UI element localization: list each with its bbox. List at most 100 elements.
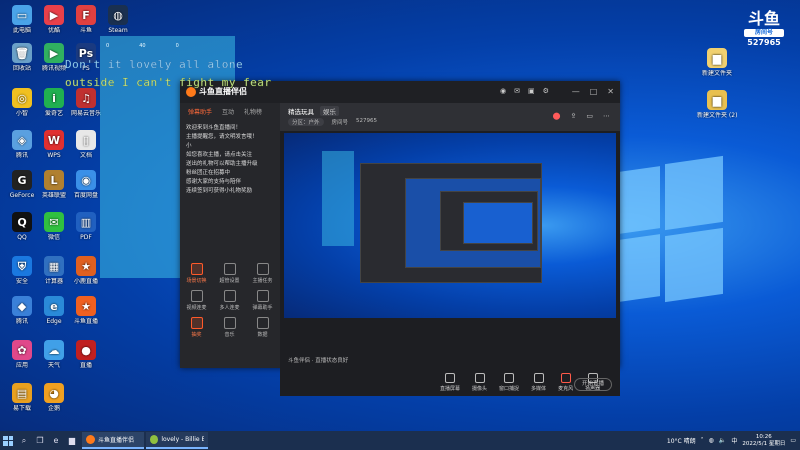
volume-icon[interactable]: 🔈: [719, 437, 726, 444]
app-icon: ◕: [44, 383, 64, 403]
window-controls: — □ ✕: [572, 87, 614, 96]
app-icon: e: [44, 296, 64, 316]
gift-icon[interactable]: ▣: [528, 87, 535, 95]
tab-gift-rank[interactable]: 礼物榜: [244, 107, 262, 116]
tab-interact[interactable]: 互动: [222, 107, 234, 116]
taskbar-app-douyu[interactable]: 斗鱼直播伴侣: [82, 432, 144, 449]
chevron-up-icon[interactable]: ˄: [701, 437, 704, 444]
screen-icon[interactable]: ▭: [586, 112, 593, 120]
live-companion-window[interactable]: 斗鱼直播伴侣 ◉ ✉ ▣ ⚙ — □ ✕ 弹幕助手 互动 礼物榜 欢迎来到斗鱼直…: [180, 81, 620, 396]
room-category[interactable]: 分区：户外: [288, 118, 324, 126]
start-live-button[interactable]: 开始直播: [574, 378, 612, 391]
app-icon: ★: [76, 296, 96, 316]
user-icon[interactable]: ◉: [500, 87, 506, 95]
start-button[interactable]: [0, 431, 16, 450]
taskbar-app-label: lovely - Billie Eilish: [161, 436, 204, 443]
live-tool-button[interactable]: 多媒体: [531, 373, 546, 392]
desktop-icon[interactable]: ▆ 新建文件夹 (2): [697, 90, 737, 119]
tool-button[interactable]: 抽奖: [180, 317, 213, 338]
tool-label: 超管设置: [219, 278, 240, 284]
network-icon[interactable]: ◍: [709, 437, 714, 444]
windows-logo-wallpaper: [605, 150, 725, 320]
tool-label: 抽奖: [191, 332, 202, 338]
desktop-icon-label: 企鹅: [47, 405, 60, 412]
live-tool-label: 多媒体: [531, 386, 547, 392]
room-tag[interactable]: 娱乐: [320, 106, 339, 116]
chat-message: 连续签到可获得小礼物奖励: [186, 188, 253, 194]
close-icon[interactable]: ✕: [607, 87, 614, 96]
desktop-icon[interactable]: ◍ Steam: [98, 5, 138, 34]
tool-icon: [223, 290, 236, 302]
tool-button[interactable]: 场景切换: [180, 263, 213, 284]
app-icon: ◆: [12, 296, 32, 316]
settings-icon[interactable]: ⚙: [543, 87, 549, 95]
app-icon: ◍: [108, 5, 128, 25]
desktop-icon-label: 新建文件夹 (2): [697, 112, 737, 119]
desktop-icon[interactable]: ◕ 企鹅: [34, 383, 74, 412]
live-tool-button[interactable]: 直播屏幕: [440, 373, 460, 392]
chat-message: 粉丝团正在招募中: [186, 170, 231, 176]
input-language[interactable]: 中: [731, 436, 737, 445]
tab-danmu[interactable]: 弹幕助手: [188, 107, 212, 116]
maximize-icon[interactable]: □: [590, 87, 598, 96]
share-icon[interactable]: ⇪: [571, 112, 577, 120]
desktop-icon[interactable]: ● 直播: [66, 340, 106, 369]
app-icon: ●: [76, 340, 96, 360]
tool-button[interactable]: 多人连麦: [213, 290, 246, 311]
tool-button[interactable]: 超管设置: [213, 263, 246, 284]
app-icon: L: [44, 170, 64, 190]
tool-label: 音乐: [224, 332, 235, 338]
app-icon: ♫: [76, 88, 96, 108]
tool-button[interactable]: 音乐: [213, 317, 246, 338]
notification-icon[interactable]: ▭: [790, 437, 796, 444]
tool-button[interactable]: 视频连麦: [180, 290, 213, 311]
clock[interactable]: 10:26 2022/5/1 星期日: [742, 434, 785, 448]
live-tool-button[interactable]: 摄像头: [472, 373, 487, 392]
live-tool-button[interactable]: 窗口捕捉: [499, 373, 519, 392]
search-icon[interactable]: ⌕: [16, 431, 32, 450]
chat-message: 主播提醒您，请文明发言哦！: [186, 134, 258, 140]
app-icon: ✉: [44, 212, 64, 232]
desktop-icon-label: Steam: [108, 27, 128, 34]
tool-button[interactable]: 数据: [246, 317, 279, 338]
tool-button[interactable]: 主播任务: [246, 263, 279, 284]
tool-icon: [190, 290, 203, 302]
edge-icon[interactable]: e: [48, 431, 64, 450]
weather-text[interactable]: 10°C 晴朗: [667, 436, 696, 445]
system-tray: 10°C 晴朗 ˄ ◍ 🔈 中 10:26 2022/5/1 星期日 ▭: [667, 431, 796, 450]
minimize-icon[interactable]: —: [572, 87, 580, 96]
desktop-icon[interactable]: ★ 斗鱼直播: [66, 296, 106, 325]
clock-date: 2022/5/1 星期日: [742, 440, 786, 447]
clock-time: 10:26: [755, 433, 772, 440]
left-tabs: 弹幕助手 互动 礼物榜: [180, 103, 280, 120]
record-icon[interactable]: ⬤: [553, 112, 561, 120]
room-label: 房间号: [744, 29, 784, 37]
app-icon: ▥: [76, 212, 96, 232]
app-icon: ◎: [12, 88, 32, 108]
preview-screen: [284, 133, 616, 318]
app-icon: ◉: [76, 170, 96, 190]
desktop-icon[interactable]: ▆ 新建文件夹: [697, 48, 737, 77]
tool-button[interactable]: 弹幕助手: [246, 290, 279, 311]
douyu-logo: 斗鱼: [747, 9, 780, 28]
left-panel: 弹幕助手 互动 礼物榜 欢迎来到斗鱼直播间！ 主播提醒您，请文明发言哦！ 小 如…: [180, 103, 280, 368]
app-icon: ◈: [12, 130, 32, 150]
task-view-icon[interactable]: ❐: [32, 431, 48, 450]
more-icon[interactable]: ⋯: [603, 112, 610, 120]
douyu-room-badge: 斗鱼 房间号 527965: [742, 10, 786, 48]
app-icon: ▭: [12, 5, 32, 25]
live-tool-icon: [533, 373, 544, 383]
mail-icon[interactable]: ✉: [514, 87, 520, 95]
windows-icon: [3, 435, 13, 446]
desktop-icon-label: 小鹿直播: [73, 278, 98, 285]
app-icon: W: [44, 130, 64, 150]
live-tool-button[interactable]: 麦克风: [558, 373, 573, 392]
app-icon: ▤: [12, 383, 32, 403]
chat-message: 欢迎来到斗鱼直播间！: [186, 125, 242, 131]
folder-icon[interactable]: ▆: [64, 431, 80, 450]
live-tool-icon: [560, 373, 571, 383]
taskbar-app-music[interactable]: lovely - Billie Eilish: [146, 432, 208, 449]
tool-label: 视频连麦: [186, 305, 207, 311]
live-tool-icon: [504, 373, 515, 383]
tool-label: 主播任务: [252, 278, 273, 284]
